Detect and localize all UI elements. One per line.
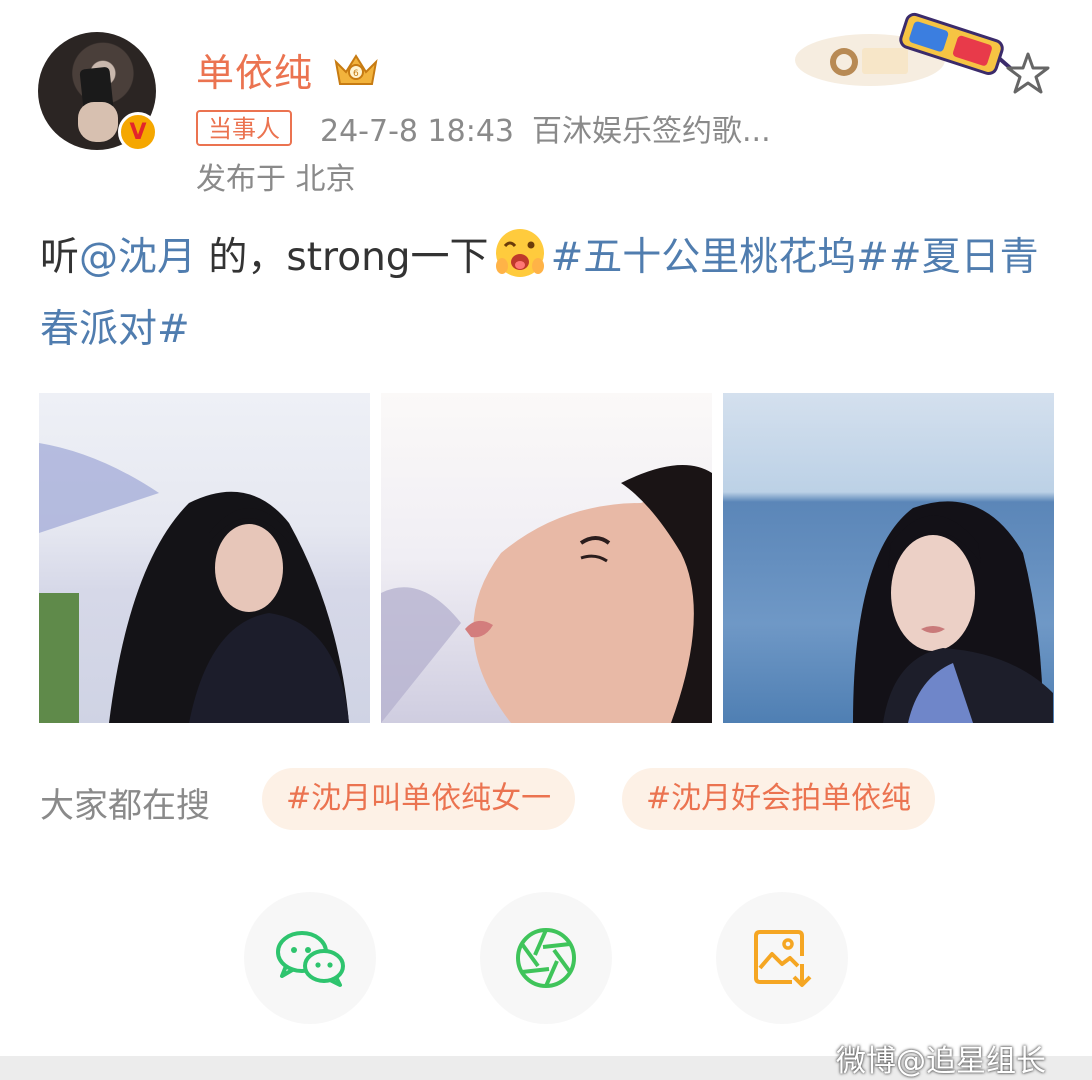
trending-chip-2[interactable]: #沈月好会拍单依纯 [622,768,936,830]
avatar-hand [78,102,118,142]
verified-badge-icon: V [118,112,158,152]
author-name[interactable]: 单依纯 [196,42,313,97]
author-tag: 当事人 [196,110,292,146]
photo-3-art [853,501,1053,723]
post-text-prefix: 听 [40,235,80,280]
svg-text:6: 6 [353,69,359,79]
share-moments-button[interactable] [480,892,612,1024]
share-wechat-button[interactable] [244,892,376,1024]
moments-icon [516,928,576,988]
save-image-icon [754,930,812,987]
photo-1-art [39,443,349,723]
post-meta: 24-7-8 18:43 百沐娱乐签约歌... [320,106,771,150]
photo-2-art [381,465,712,723]
save-image-button[interactable] [716,892,848,1024]
post-text-middle: 的，strong一下 [196,235,489,280]
wink-face-icon [495,229,544,277]
post-location: 发布于 北京 [196,162,356,197]
trending-chip-1[interactable]: #沈月叫单依纯女一 [262,768,576,830]
post-timestamp: 24-7-8 18:43 [320,114,514,149]
trending-label: 大家都在搜 [40,786,210,826]
hashtag-link-1[interactable]: #五十公里桃花坞# [551,235,889,280]
decoration-glasses-icon [795,12,1013,86]
post-image-3[interactable] [723,393,1054,723]
watermark: 微博@追星组长 [836,1044,1046,1079]
vip-crown-icon: 6 [334,54,378,85]
post-image-1[interactable] [39,393,370,723]
wechat-icon [276,931,345,987]
mention-link[interactable]: @沈月 [79,235,196,280]
post-source[interactable]: 百沐娱乐签约歌... [532,114,771,149]
post-body: 听@沈月 的，strong一下 #五十公里桃花坞##夏日青春派对# [40,222,1050,366]
favorite-star-icon[interactable] [1004,50,1052,98]
post-image-2[interactable] [381,393,712,723]
